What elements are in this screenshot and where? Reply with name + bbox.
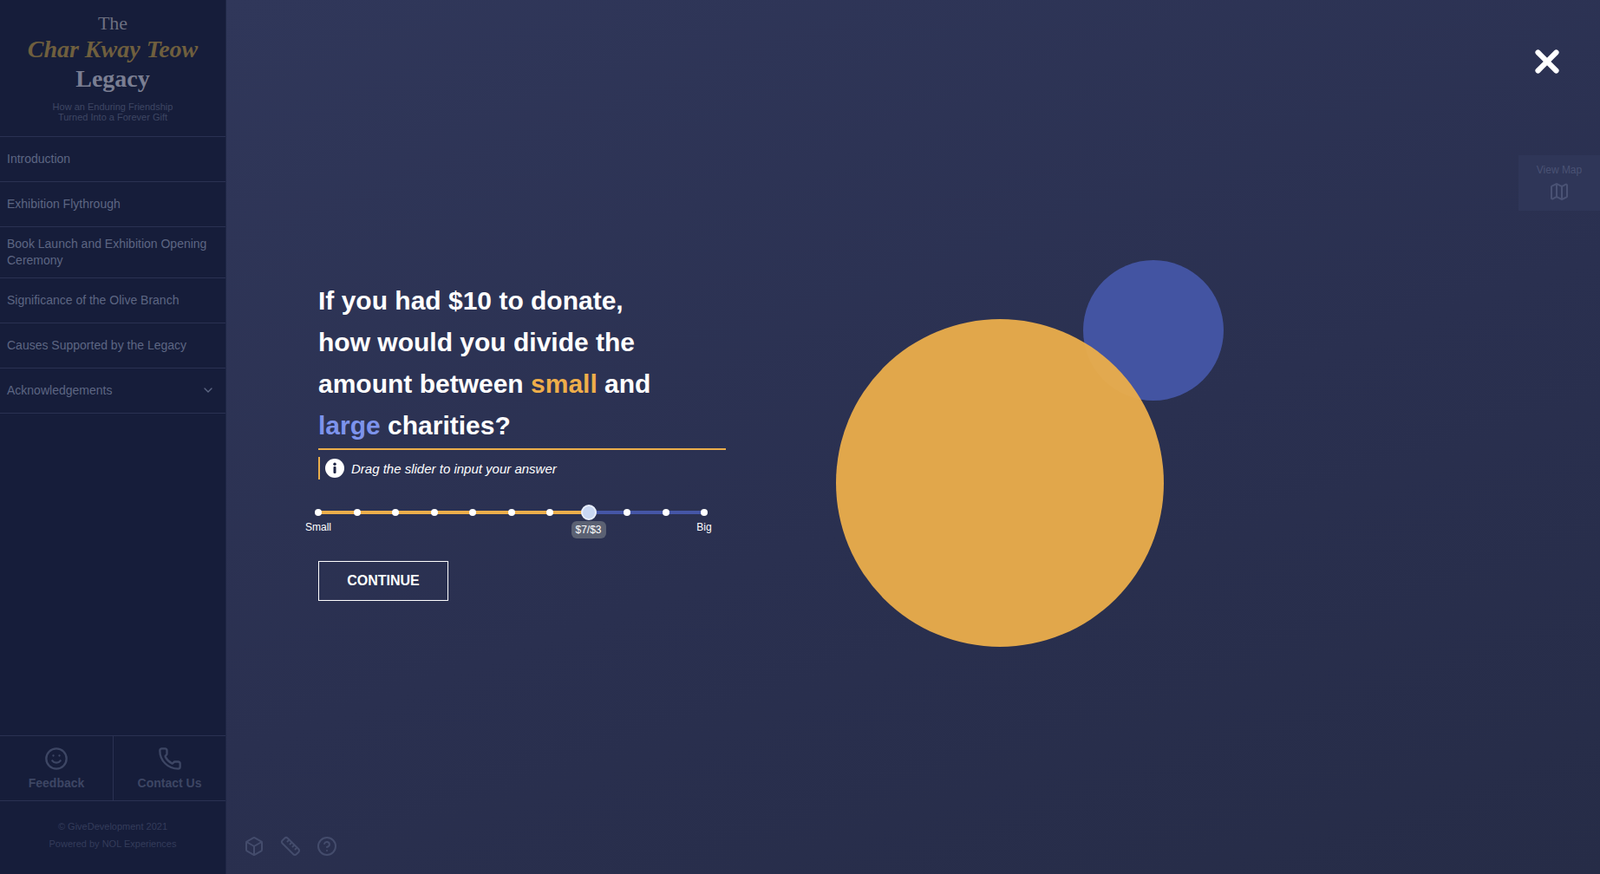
sidebar-footer: FeedbackContact Us [0, 735, 226, 802]
smile-icon [44, 746, 69, 771]
slider-tick[interactable] [469, 509, 477, 516]
sidebar: TheChar Kway TeowLegacy How an Enduring F… [0, 0, 227, 874]
slider-tick[interactable] [623, 509, 631, 516]
slider-tick[interactable] [508, 509, 516, 516]
slider-tick[interactable] [391, 509, 399, 516]
slider-ticks [314, 509, 708, 516]
slider-thumb[interactable] [581, 504, 597, 521]
question-line: If you had $10 to donate, [318, 280, 726, 322]
hint: Drag the slider to input your answer [318, 457, 726, 480]
donation-circles [835, 260, 1224, 647]
chevron-icon [201, 383, 216, 398]
slider-tick[interactable] [431, 509, 438, 516]
slider-tick[interactable] [662, 509, 670, 516]
title-bottom: Legacy [10, 64, 216, 94]
sidebar-item[interactable]: Exhibition Flythrough [0, 182, 226, 228]
view-map-button[interactable]: View Map [1518, 155, 1600, 211]
question: If you had $10 to donate,how would you d… [318, 280, 726, 451]
slider-tick[interactable] [546, 509, 554, 516]
subtitle: How an Enduring Friendship Turned Into a… [10, 101, 216, 123]
title-main: Char Kway Teow [10, 34, 216, 65]
sidebar-header: TheChar Kway TeowLegacy How an Enduring F… [0, 0, 226, 138]
title-top: The [10, 12, 216, 35]
phone-icon [157, 746, 183, 771]
copyright: © GiveDevelopment 2021Powered by NOL Exp… [0, 801, 226, 874]
slider-tick[interactable] [314, 509, 322, 516]
slider-tick[interactable] [353, 509, 361, 516]
slider-tick[interactable] [700, 509, 708, 516]
dollhouse-icon[interactable] [243, 835, 265, 857]
slider-max-label: Big [696, 521, 712, 534]
sidebar-item[interactable]: Significance of the Olive Branch [0, 278, 226, 324]
sidebar-item[interactable]: Causes Supported by the Legacy [0, 323, 226, 369]
question-column: If you had $10 to donate,how would you d… [318, 280, 726, 601]
slider-reading: $7/$3 [570, 521, 606, 539]
continue-button[interactable]: CONTINUE [318, 561, 449, 601]
question-line: amount between small and [318, 363, 726, 405]
info-icon [325, 458, 345, 478]
feedback-button[interactable]: Feedback [0, 736, 113, 801]
help-icon[interactable] [316, 835, 338, 857]
map-icon [1548, 181, 1570, 203]
question-line: how would you divide the [318, 321, 726, 364]
small-charity-circle [835, 319, 1164, 647]
sidebar-item[interactable]: Acknowledgements [0, 368, 226, 414]
measure-icon[interactable] [280, 835, 301, 857]
close-icon [1528, 43, 1566, 80]
question-dialog: If you had $10 to donate,how would you d… [0, 0, 1600, 874]
tour-toolbar [243, 835, 338, 857]
close-button[interactable] [1528, 43, 1566, 80]
sidebar-item[interactable]: Book Launch and Exhibition Opening Cerem… [0, 227, 226, 279]
slider-min-label: Small [305, 521, 332, 534]
donation-slider[interactable]: SmallBig$7/$3 [318, 496, 705, 546]
page: TheChar Kway TeowLegacy How an Enduring F… [0, 0, 1600, 874]
sidebar-item[interactable]: Introduction [0, 137, 226, 183]
question-line: large charities? [318, 404, 726, 447]
contact-button[interactable]: Contact Us [112, 736, 226, 801]
